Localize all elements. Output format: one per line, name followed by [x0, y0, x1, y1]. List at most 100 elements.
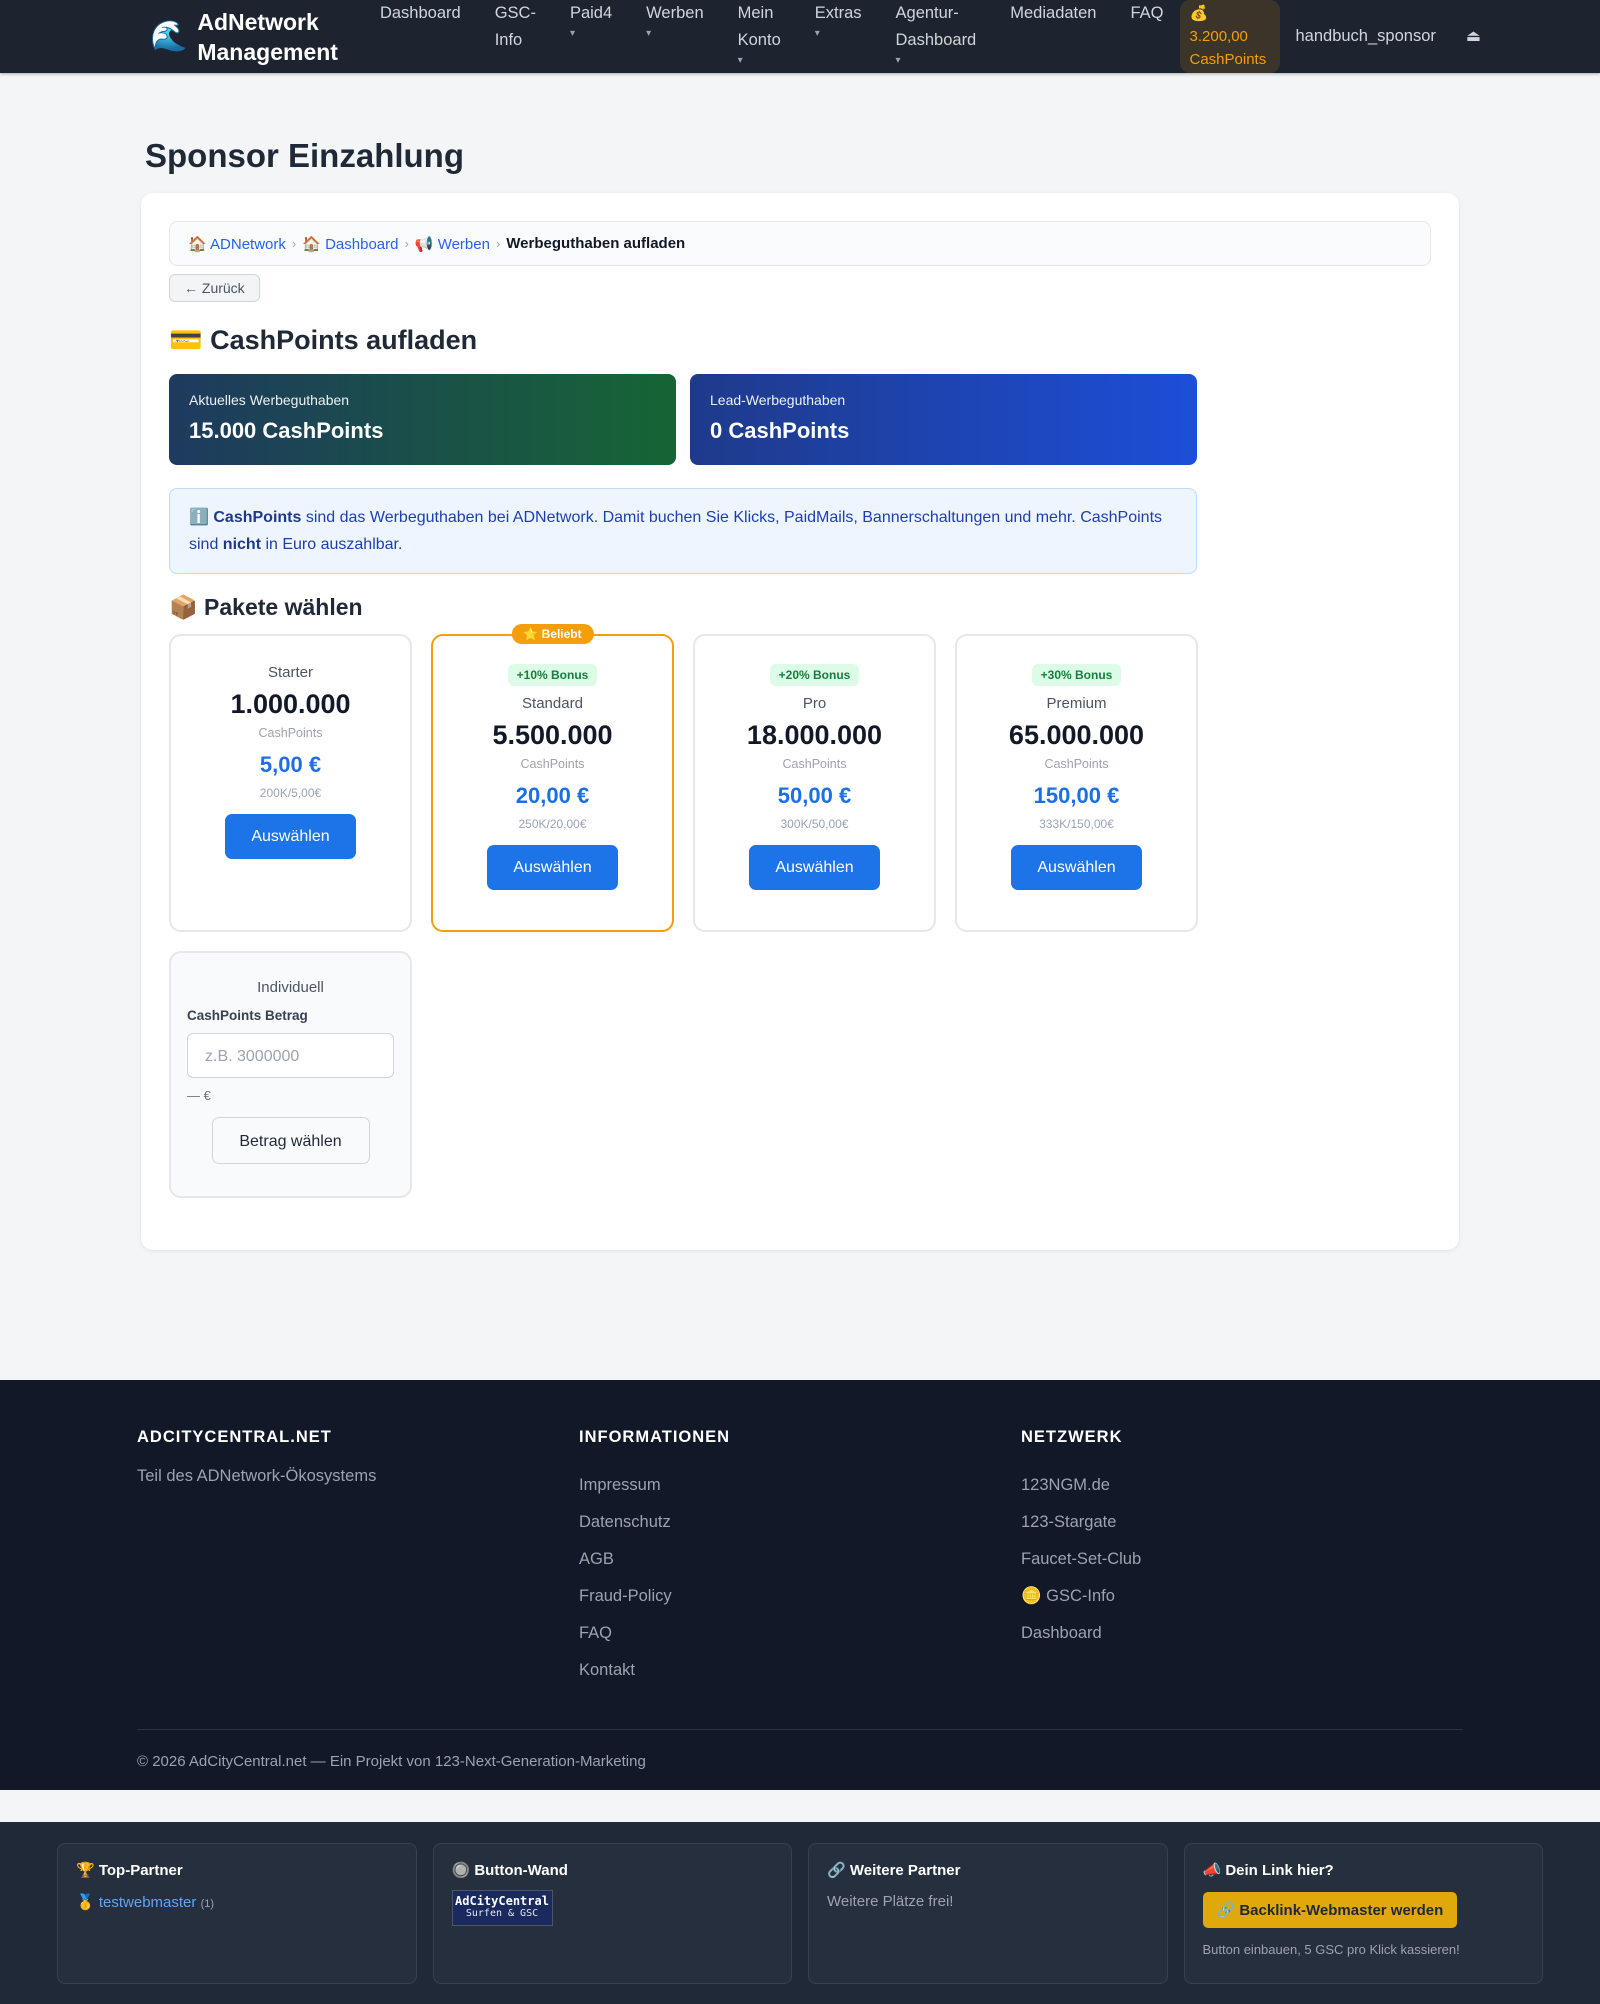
brand-logo[interactable]: 🌊 AdNetwork Management	[150, 0, 338, 73]
footer-link-faucet-set-club[interactable]: Faucet-Set-Club	[1021, 1541, 1463, 1578]
chevron-down-icon: ▾	[646, 28, 652, 39]
section-title-cashpoints: 💳 CashPoints aufladen	[169, 325, 478, 355]
partner-card-top: 🏆 Top-Partner 🥇 testwebmaster (1)	[57, 1843, 417, 1984]
package-unit: CashPoints	[258, 726, 323, 740]
footer-col-title: INFORMATIONEN	[579, 1428, 731, 1446]
partner-card-button-wall: 🔘 Button-Wand AdCityCentral Surfen & GSC	[432, 1843, 792, 1984]
footer-link-kontakt[interactable]: Kontakt	[579, 1652, 1021, 1689]
package-card-pro[interactable]: +20% Bonus Pro 18.000.000 CashPoints 50,…	[693, 634, 936, 932]
medal-icon: 🥇	[76, 1894, 95, 1911]
footer-link-fraud-policy[interactable]: Fraud-Policy	[579, 1578, 1021, 1615]
package-card-premium[interactable]: +30% Bonus Premium 65.000.000 CashPoints…	[955, 634, 1198, 932]
nav-item-werben[interactable]: Werben ▾	[646, 0, 703, 41]
megaphone-icon: 📢	[414, 235, 434, 253]
package-price: 20,00 €	[515, 783, 590, 808]
package-ratio: 333K/150,00€	[1039, 817, 1114, 831]
nav-item-extras[interactable]: Extras ▾	[815, 0, 862, 41]
nav-item-gsc-info[interactable]: GSC- Info	[495, 0, 536, 54]
select-package-button[interactable]: Auswählen	[749, 845, 880, 890]
package-amount: 5.500.000	[492, 720, 613, 750]
footer-link-impressum[interactable]: Impressum	[579, 1467, 1021, 1504]
package-card-custom: Individuell CashPoints Betrag z.B. 30000…	[169, 951, 412, 1198]
balance-card-current: Aktuelles Werbeguthaben 15.000 CashPoint…	[169, 374, 676, 465]
package-price: 50,00 €	[777, 783, 852, 808]
footer-divider	[137, 1729, 1463, 1730]
footer-col-about: ADCITYCENTRAL.NET Teil des ADNetwork-Öko…	[137, 1428, 579, 1689]
breadcrumb-dashboard[interactable]: 🏠 Dashboard	[302, 235, 398, 253]
home-icon: 🏠	[302, 235, 321, 253]
breadcrumb-adnetwork[interactable]: 🏠 ADNetwork	[188, 235, 286, 253]
nav-item-dashboard[interactable]: Dashboard	[380, 0, 461, 27]
partner-card-title: 📣 Dein Link hier?	[1202, 1862, 1334, 1879]
package-amount: 1.000.000	[230, 689, 351, 719]
select-package-button[interactable]: Auswählen	[487, 845, 618, 890]
back-button[interactable]: ← Zurück	[169, 274, 260, 302]
footer-link-agb[interactable]: AGB	[579, 1541, 1021, 1578]
site-footer: ADCITYCENTRAL.NET Teil des ADNetwork-Öko…	[0, 1380, 1600, 1790]
partner-card-title: 🔗 Weitere Partner	[827, 1862, 961, 1879]
wave-icon: 🌊	[150, 20, 188, 53]
custom-amount-input[interactable]: z.B. 3000000	[187, 1033, 394, 1078]
package-price: 150,00 €	[1033, 783, 1120, 808]
footer-link-123ngm[interactable]: 123NGM.de	[1021, 1467, 1463, 1504]
package-name: Starter	[267, 664, 313, 681]
partner-card-more: 🔗 Weitere Partner Weitere Plätze frei!	[808, 1843, 1168, 1984]
package-ratio: 200K/5,00€	[259, 786, 322, 800]
nav-item-paid4[interactable]: Paid4 ▾	[570, 0, 612, 41]
breadcrumb-separator: ›	[404, 236, 409, 251]
package-name: Pro	[802, 695, 827, 712]
partner-card-title: 🏆 Top-Partner	[76, 1862, 183, 1879]
money-bag-icon: 💰	[1189, 5, 1209, 22]
bonus-badge: +10% Bonus	[507, 664, 598, 686]
top-navbar: 🌊 AdNetwork Management Dashboard GSC- Info…	[0, 0, 1600, 73]
info-icon: ℹ️	[189, 509, 209, 526]
balance-label: Lead-Werbeguthaben	[710, 392, 846, 408]
copyright: © 2026 AdCityCentral.net — Ein Projekt v…	[137, 1753, 646, 1770]
package-amount: 18.000.000	[746, 720, 883, 750]
nav-item-mediadaten[interactable]: Mediadaten	[1010, 0, 1096, 27]
package-card-starter[interactable]: Starter 1.000.000 CashPoints 5,00 € 200K…	[169, 634, 412, 932]
footer-link-dashboard[interactable]: Dashboard	[1021, 1615, 1463, 1652]
package-ratio: 250K/20,00€	[518, 817, 587, 831]
become-backlink-webmaster-button[interactable]: 🔗 Backlink-Webmaster werden	[1202, 1892, 1458, 1928]
top-partner-link[interactable]: 🥇 testwebmaster (1)	[76, 1893, 398, 1911]
footer-link-gsc-info[interactable]: 🪙 GSC-Info	[1021, 1578, 1463, 1615]
partner-card-your-link: 📣 Dein Link hier? 🔗 Backlink-Webmaster w…	[1183, 1843, 1543, 1984]
package-grid: Starter 1.000.000 CashPoints 5,00 € 200K…	[169, 624, 1431, 1198]
select-package-button[interactable]: Auswählen	[225, 814, 356, 859]
partner-card-title: 🔘 Button-Wand	[451, 1862, 568, 1879]
breadcrumb: 🏠 ADNetwork › 🏠 Dashboard › 📢 Werben › W…	[169, 221, 1431, 266]
user-menu[interactable]: handbuch_sponsor	[1296, 0, 1436, 73]
footer-link-datenschutz[interactable]: Datenschutz	[579, 1504, 1021, 1541]
footer-link-faq[interactable]: FAQ	[579, 1615, 1021, 1652]
package-unit: CashPoints	[520, 757, 585, 771]
chevron-down-icon: ▾	[895, 55, 901, 66]
home-icon: 🏠	[188, 235, 207, 253]
backlink-hint: Button einbauen, 5 GSC pro Klick kassier…	[1202, 1942, 1460, 1957]
breadcrumb-werben[interactable]: 📢 Werben	[415, 235, 490, 253]
package-ratio: 300K/50,00€	[780, 817, 849, 831]
nav-item-mein-konto[interactable]: Mein Konto ▾	[738, 0, 781, 68]
footer-tagline: Teil des ADNetwork-Ökosystems	[137, 1467, 377, 1485]
logout-icon[interactable]: ⏏	[1466, 0, 1481, 73]
chevron-down-icon: ▾	[737, 55, 743, 66]
nav-item-faq[interactable]: FAQ	[1130, 0, 1163, 27]
adcitycentral-banner-button[interactable]: AdCityCentral Surfen & GSC	[451, 1890, 553, 1926]
balance-label: Aktuelles Werbeguthaben	[189, 392, 350, 408]
package-card-standard[interactable]: ⭐ Beliebt +10% Bonus Standard 5.500.000 …	[431, 624, 674, 932]
cashpoints-balance-badge[interactable]: 💰 3.200,00 CashPoints	[1179, 0, 1280, 73]
choose-amount-button[interactable]: Betrag wählen	[211, 1117, 370, 1164]
footer-col-info: INFORMATIONEN Impressum Datenschutz AGB …	[579, 1428, 1021, 1689]
package-amount: 65.000.000	[1008, 720, 1145, 750]
select-package-button[interactable]: Auswählen	[1011, 845, 1142, 890]
info-box: ℹ️ CashPoints sind das Werbeguthaben bei…	[169, 488, 1197, 574]
nav-item-agentur-dashboard[interactable]: Agentur- Dashboard ▾	[896, 0, 977, 68]
package-name: Premium	[1046, 695, 1107, 712]
nav-links: Dashboard GSC- Info Paid4 ▾ Werben ▾ Mein Ko…	[346, 0, 1164, 68]
partner-bar: 🏆 Top-Partner 🥇 testwebmaster (1) 🔘 Butt…	[0, 1822, 1600, 2004]
brand-name: AdNetwork Management	[197, 8, 338, 65]
popular-ribbon: ⭐ Beliebt	[511, 624, 594, 644]
package-price: 5,00 €	[259, 752, 322, 777]
custom-package-title: Individuell	[257, 979, 324, 996]
footer-link-123-stargate[interactable]: 123-Stargate	[1021, 1504, 1463, 1541]
